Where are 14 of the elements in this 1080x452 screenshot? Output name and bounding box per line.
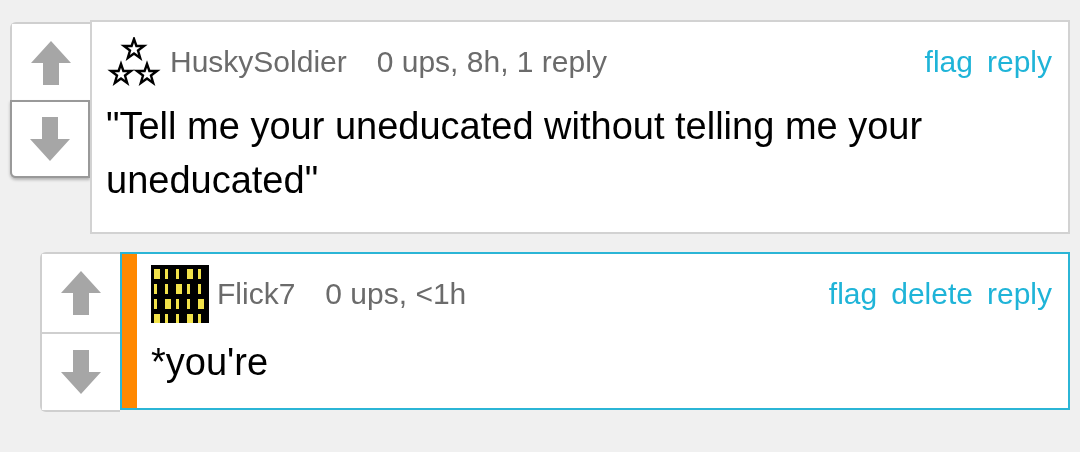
action-link[interactable]: reply: [986, 276, 1052, 311]
action-link[interactable]: flag: [924, 45, 973, 79]
downvote-button[interactable]: [42, 331, 120, 410]
comment-meta: 0 ups, <1h: [325, 276, 468, 311]
action-link[interactable]: flag: [828, 276, 878, 311]
action-link[interactable]: delete: [891, 276, 973, 311]
comment-text: "Tell me your uneducated without telling me your uneducated": [106, 104, 924, 203]
action-link[interactable]: reply: [986, 45, 1052, 79]
downvote-button[interactable]: [10, 100, 90, 178]
author-name[interactable]: HuskySoldier: [170, 45, 347, 79]
author-name[interactable]: Flick7: [217, 276, 296, 311]
comment-meta: 0 ups, 8h, 1 reply: [376, 45, 608, 79]
stars-icon: [106, 37, 162, 87]
comment-text: *you're: [151, 339, 270, 385]
